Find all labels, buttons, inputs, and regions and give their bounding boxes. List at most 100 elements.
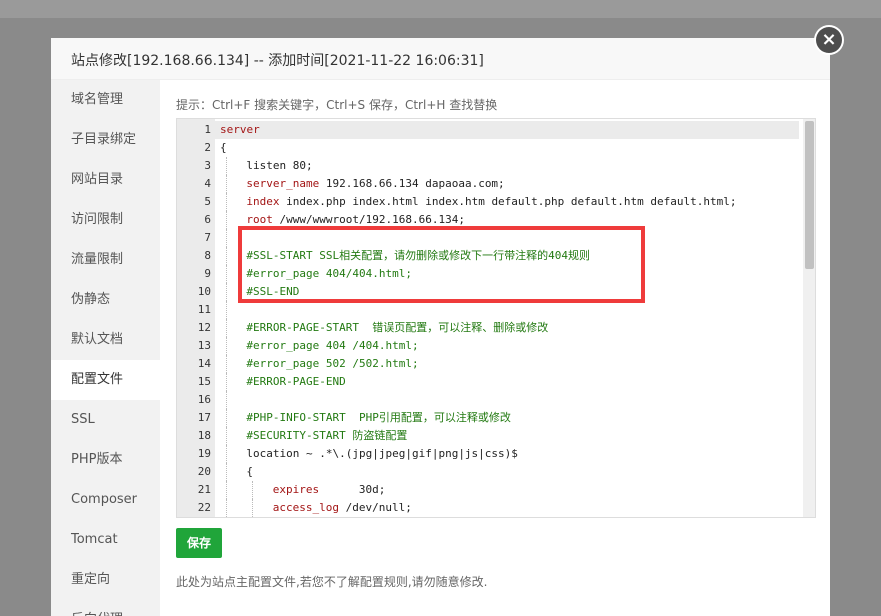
code-keyword: expires — [272, 483, 320, 496]
code-plain: 192.168.66.134 dapaoaa.com; — [319, 177, 505, 190]
code-line: 12 #ERROR-PAGE-START 错误页配置，可以注释、删除或修改 — [177, 319, 815, 337]
sidebar-item-rewrite[interactable]: 伪静态 — [51, 280, 160, 320]
indent-guide — [226, 157, 227, 175]
sidebar-item-reverse-proxy[interactable]: 反向代理 — [51, 600, 160, 616]
code-line: 11 — [177, 301, 815, 319]
code-keyword: index — [246, 195, 280, 208]
close-button[interactable]: × — [814, 25, 844, 55]
sidebar-item-tomcat[interactable]: Tomcat — [51, 520, 160, 560]
indent-guide — [226, 193, 227, 211]
sidebar: 域名管理 子目录绑定 网站目录 访问限制 流量限制 伪静态 默认文档 配置文件 … — [51, 80, 160, 616]
code-comment: #ERROR-PAGE-END — [246, 375, 346, 388]
indent-guide — [226, 445, 227, 463]
code-line: 17 #PHP-INFO-START PHP引用配置，可以注释或修改 — [177, 409, 815, 427]
indent-guide — [226, 409, 227, 427]
code-comment: #error_page 404 /404.html; — [246, 339, 419, 352]
code-plain: { — [246, 465, 254, 478]
code-keyword: server — [220, 123, 260, 136]
code-comment: #ERROR-PAGE-START 错误页配置，可以注释、删除或修改 — [246, 321, 549, 334]
code-line: 1 server — [177, 121, 815, 139]
indent-guide — [252, 481, 254, 499]
sidebar-item-access-limit[interactable]: 访问限制 — [51, 200, 160, 240]
code-text: #error_page 502 /502.html; — [246, 355, 418, 373]
indent-guide — [226, 373, 227, 391]
line-number: 5 — [204, 195, 211, 208]
code-line: 14 #error_page 502 /502.html; — [177, 355, 815, 373]
code-plain: /dev/null; — [339, 501, 412, 514]
line-number: 6 — [204, 213, 211, 226]
indent-guide — [252, 499, 254, 517]
code-line: 19 location ~ .*\.(jpg|jpeg|gif|png|js|cs… — [177, 445, 815, 463]
code-line: 2{ — [177, 139, 815, 157]
code-text: access_log /dev/null; — [273, 499, 412, 517]
save-button[interactable]: 保存 — [176, 528, 222, 558]
code-text: server — [220, 121, 260, 139]
sidebar-item-domain[interactable]: 域名管理 — [51, 80, 160, 120]
site-edit-dialog: 站点修改[192.168.66.134] -- 添加时间[2021-11-22 … — [51, 38, 830, 616]
sidebar-item-config-file[interactable]: 配置文件 — [51, 360, 160, 400]
code-line: 21 expires 30d; — [177, 481, 815, 499]
line-number: 2 — [204, 141, 211, 154]
code-text: location ~ .*\.(jpg|jpeg|gif|png|js|css)… — [246, 445, 518, 463]
line-number: 16 — [197, 393, 211, 406]
line-number: 13 — [197, 339, 211, 352]
indent-guide — [226, 301, 227, 319]
indent-guide — [226, 499, 227, 517]
indent-guide — [226, 229, 227, 247]
code-plain: /www/wwwroot/192.168.66.134; — [272, 213, 465, 226]
indent-guide — [226, 247, 227, 265]
line-number: 17 — [197, 411, 211, 424]
code-text: #PHP-INFO-START PHP引用配置，可以注释或修改 — [246, 409, 510, 427]
code-plain: location ~ .*\.(jpg|jpeg|gif|png|js|css)… — [246, 447, 518, 460]
code-text: { — [246, 463, 253, 481]
line-number: 1 — [204, 123, 211, 136]
sidebar-item-ssl[interactable]: SSL — [51, 400, 160, 440]
code-text: { — [220, 139, 227, 157]
editor-scrollbar-thumb[interactable] — [805, 121, 814, 269]
line-number: 20 — [197, 465, 211, 478]
dialog-title-bar: 站点修改[192.168.66.134] -- 添加时间[2021-11-22 … — [51, 38, 830, 80]
line-number: 8 — [204, 249, 211, 262]
line-number: 4 — [204, 177, 211, 190]
sidebar-item-subdir-binding[interactable]: 子目录绑定 — [51, 120, 160, 160]
page-top-band — [0, 0, 881, 18]
code-keyword: root — [246, 213, 273, 226]
close-icon: × — [816, 27, 842, 53]
sidebar-item-composer[interactable]: Composer — [51, 480, 160, 520]
sidebar-item-default-doc[interactable]: 默认文档 — [51, 320, 160, 360]
code-text: #error_page 404 /404.html; — [246, 337, 418, 355]
code-keyword: server_name — [246, 177, 320, 190]
indent-guide — [226, 319, 227, 337]
sidebar-item-traffic-limit[interactable]: 流量限制 — [51, 240, 160, 280]
sidebar-item-site-dir[interactable]: 网站目录 — [51, 160, 160, 200]
code-line: 16 — [177, 391, 815, 409]
code-text: #ERROR-PAGE-END — [246, 373, 345, 391]
indent-guide — [226, 481, 227, 499]
code-line: 4 server_name 192.168.66.134 dapaoaa.com; — [177, 175, 815, 193]
line-number: 10 — [197, 285, 211, 298]
code-plain: index.php index.html index.htm default.p… — [279, 195, 737, 208]
sidebar-item-redirect[interactable]: 重定向 — [51, 560, 160, 600]
indent-guide — [226, 427, 227, 445]
code-line: 15 #ERROR-PAGE-END — [177, 373, 815, 391]
code-comment: #PHP-INFO-START PHP引用配置，可以注释或修改 — [246, 411, 511, 424]
code-text: #SECURITY-START 防盗链配置 — [246, 427, 407, 445]
code-line: 3 listen 80; — [177, 157, 815, 175]
code-text: #ERROR-PAGE-START 错误页配置，可以注释、删除或修改 — [246, 319, 548, 337]
code-keyword: access_log — [272, 501, 340, 514]
ssl-block-highlight-box — [238, 226, 645, 303]
config-code-editor[interactable]: 1 server 2{3 listen 80; 4 server_name 192.168… — [176, 118, 816, 518]
line-number: 18 — [197, 429, 211, 442]
line-number: 3 — [204, 159, 211, 172]
line-number: 11 — [197, 303, 211, 316]
indent-guide — [226, 355, 227, 373]
code-text: expires 30d; — [273, 481, 386, 499]
code-plain: listen 80; — [246, 159, 313, 172]
indent-guide — [226, 265, 227, 283]
line-number: 22 — [197, 501, 211, 514]
code-plain: { — [220, 141, 227, 154]
sidebar-item-php-version[interactable]: PHP版本 — [51, 440, 160, 480]
code-comment: #error_page 502 /502.html; — [246, 357, 419, 370]
code-line: 13 #error_page 404 /404.html; — [177, 337, 815, 355]
code-plain: 30d; — [319, 483, 386, 496]
